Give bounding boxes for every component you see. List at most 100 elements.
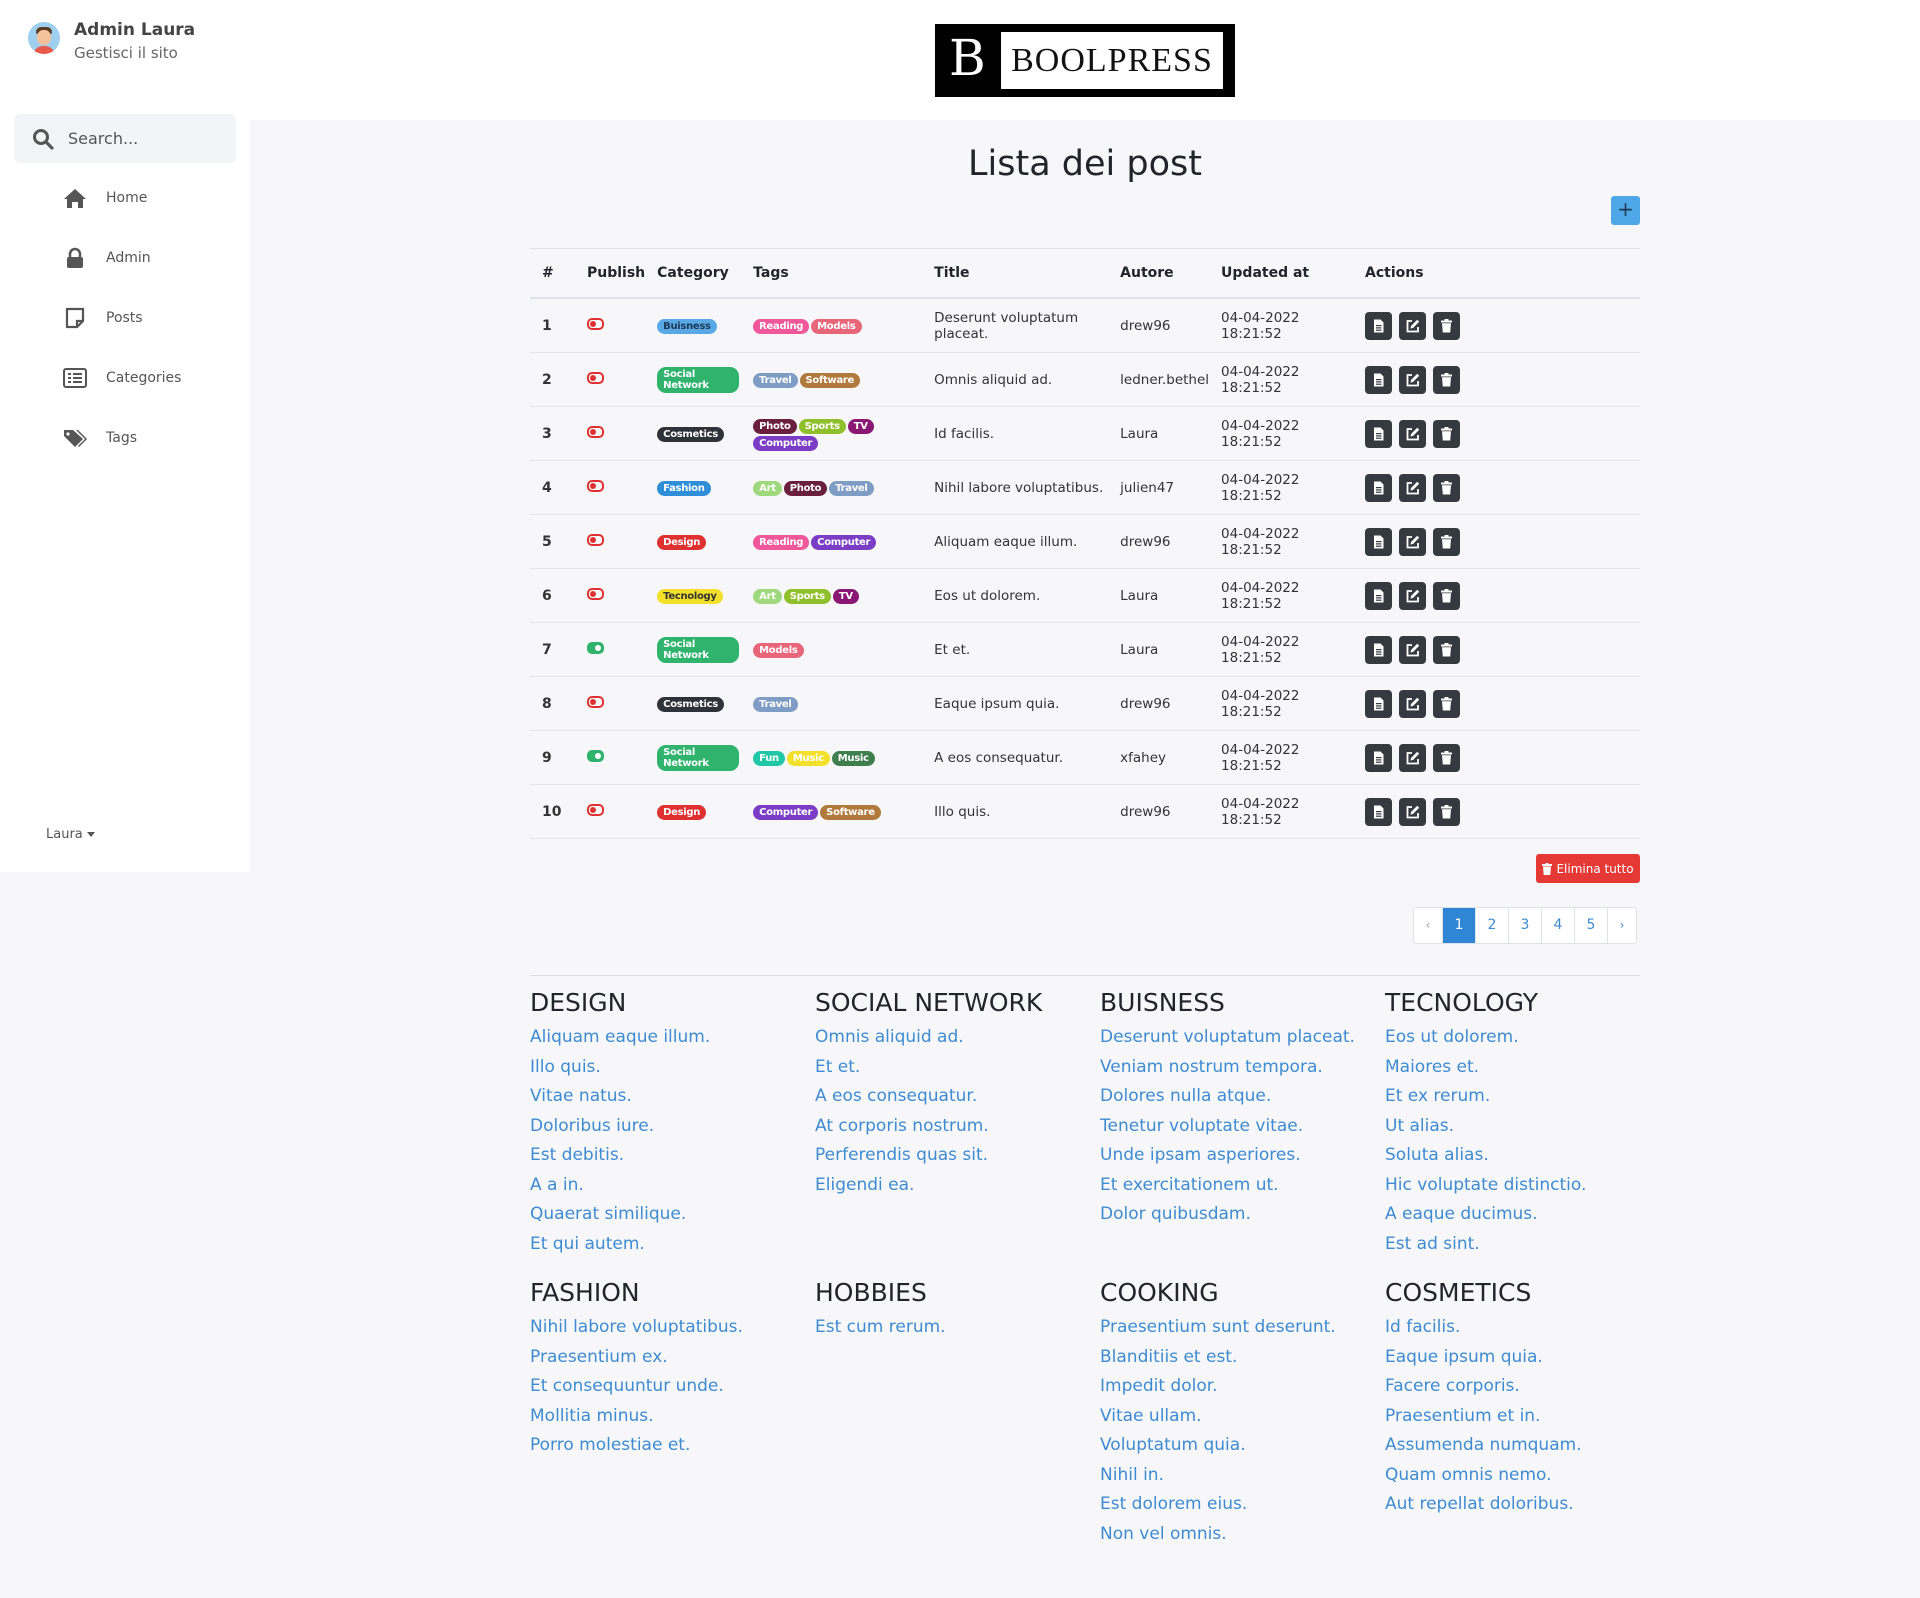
edit-button[interactable] (1399, 311, 1427, 340)
publish-toggle[interactable] (587, 695, 604, 708)
delete-button[interactable] (1433, 473, 1461, 502)
show-button[interactable] (1365, 527, 1393, 556)
edit-button[interactable] (1399, 635, 1427, 664)
category-post-link[interactable]: Est ad sint. (1385, 1230, 1665, 1260)
publish-toggle[interactable] (587, 803, 604, 816)
category-post-link[interactable]: Veniam nostrum tempora. (1100, 1053, 1380, 1083)
edit-button[interactable] (1399, 527, 1427, 556)
edit-button[interactable] (1399, 581, 1427, 610)
category-post-link[interactable]: Eligendi ea. (815, 1171, 1095, 1201)
category-post-link[interactable]: Omnis aliquid ad. (815, 1023, 1095, 1053)
category-post-link[interactable]: Deserunt voluptatum placeat. (1100, 1023, 1380, 1053)
sidebar-item-categories[interactable]: Categories (62, 367, 181, 389)
publish-toggle[interactable] (587, 425, 604, 438)
category-post-link[interactable]: Vitae natus. (530, 1082, 810, 1112)
publish-toggle[interactable] (587, 479, 604, 492)
category-post-link[interactable]: Eaque ipsum quia. (1385, 1343, 1665, 1373)
show-button[interactable] (1365, 419, 1393, 448)
user-dropdown[interactable]: Laura (46, 827, 95, 842)
delete-button[interactable] (1433, 419, 1461, 448)
delete-button[interactable] (1433, 635, 1461, 664)
show-button[interactable] (1365, 365, 1393, 394)
category-post-link[interactable]: Ut alias. (1385, 1112, 1665, 1142)
category-post-link[interactable]: Aut repellat doloribus. (1385, 1490, 1665, 1520)
publish-toggle[interactable] (587, 641, 604, 654)
category-post-link[interactable]: Tenetur voluptate vitae. (1100, 1112, 1380, 1142)
category-post-link[interactable]: Soluta alias. (1385, 1141, 1665, 1171)
sidebar-item-home[interactable]: Home (62, 187, 147, 209)
category-post-link[interactable]: Et consequuntur unde. (530, 1372, 810, 1402)
show-button[interactable] (1365, 743, 1393, 772)
category-post-link[interactable]: Facere corporis. (1385, 1372, 1665, 1402)
category-post-link[interactable]: Et et. (815, 1053, 1095, 1083)
delete-button[interactable] (1433, 365, 1461, 394)
category-post-link[interactable]: Mollitia minus. (530, 1402, 810, 1432)
pagination-prev[interactable]: ‹ (1414, 908, 1442, 943)
pagination-page-3[interactable]: 3 (1508, 908, 1541, 943)
category-post-link[interactable]: Vitae ullam. (1100, 1402, 1380, 1432)
category-post-link[interactable]: Id facilis. (1385, 1313, 1665, 1343)
sidebar-item-posts[interactable]: Posts (62, 307, 143, 329)
edit-button[interactable] (1399, 797, 1427, 826)
category-post-link[interactable]: Maiores et. (1385, 1053, 1665, 1083)
sidebar-item-admin[interactable]: Admin (62, 247, 151, 269)
category-post-link[interactable]: Hic voluptate distinctio. (1385, 1171, 1665, 1201)
category-post-link[interactable]: Voluptatum quia. (1100, 1431, 1380, 1461)
category-post-link[interactable]: A eos consequatur. (815, 1082, 1095, 1112)
category-post-link[interactable]: Quam omnis nemo. (1385, 1461, 1665, 1491)
category-post-link[interactable]: Dolor quibusdam. (1100, 1200, 1380, 1230)
category-post-link[interactable]: Nihil in. (1100, 1461, 1380, 1491)
category-post-link[interactable]: Illo quis. (530, 1053, 810, 1083)
publish-toggle[interactable] (587, 533, 604, 546)
category-post-link[interactable]: Quaerat similique. (530, 1200, 810, 1230)
pagination-page-2[interactable]: 2 (1475, 908, 1508, 943)
category-post-link[interactable]: Et ex rerum. (1385, 1082, 1665, 1112)
category-post-link[interactable]: A eaque ducimus. (1385, 1200, 1665, 1230)
edit-button[interactable] (1399, 473, 1427, 502)
category-post-link[interactable]: Perferendis quas sit. (815, 1141, 1095, 1171)
category-post-link[interactable]: Est dolorem eius. (1100, 1490, 1380, 1520)
delete-button[interactable] (1433, 311, 1461, 340)
show-button[interactable] (1365, 635, 1393, 664)
show-button[interactable] (1365, 311, 1393, 340)
category-post-link[interactable]: A a in. (530, 1171, 810, 1201)
show-button[interactable] (1365, 473, 1393, 502)
edit-button[interactable] (1399, 743, 1427, 772)
pagination-page-1[interactable]: 1 (1442, 908, 1475, 943)
delete-button[interactable] (1433, 581, 1461, 610)
publish-toggle[interactable] (587, 587, 604, 600)
add-post-button[interactable]: + (1611, 196, 1640, 225)
category-post-link[interactable]: Doloribus iure. (530, 1112, 810, 1142)
show-button[interactable] (1365, 689, 1393, 718)
brand-logo[interactable]: B BOOLPRESS (935, 24, 1235, 97)
category-post-link[interactable]: Impedit dolor. (1100, 1372, 1380, 1402)
publish-toggle[interactable] (587, 317, 604, 330)
edit-button[interactable] (1399, 365, 1427, 394)
category-post-link[interactable]: At corporis nostrum. (815, 1112, 1095, 1142)
search-input[interactable]: Search... (14, 114, 236, 163)
edit-button[interactable] (1399, 689, 1427, 718)
sidebar-item-tags[interactable]: Tags (62, 427, 137, 449)
delete-button[interactable] (1433, 743, 1461, 772)
category-post-link[interactable]: Aliquam eaque illum. (530, 1023, 810, 1053)
category-post-link[interactable]: Dolores nulla atque. (1100, 1082, 1380, 1112)
category-post-link[interactable]: Et qui autem. (530, 1230, 810, 1260)
pagination-next[interactable]: › (1607, 908, 1636, 943)
category-post-link[interactable]: Porro molestiae et. (530, 1431, 810, 1461)
publish-toggle[interactable] (587, 749, 604, 762)
pagination-page-5[interactable]: 5 (1574, 908, 1607, 943)
category-post-link[interactable]: Nihil labore voluptatibus. (530, 1313, 810, 1343)
pagination-page-4[interactable]: 4 (1541, 908, 1574, 943)
show-button[interactable] (1365, 581, 1393, 610)
edit-button[interactable] (1399, 419, 1427, 448)
delete-button[interactable] (1433, 689, 1461, 718)
delete-all-button[interactable]: Elimina tutto (1536, 854, 1640, 883)
category-post-link[interactable]: Est cum rerum. (815, 1313, 1095, 1343)
category-post-link[interactable]: Assumenda numquam. (1385, 1431, 1665, 1461)
category-post-link[interactable]: Praesentium sunt deserunt. (1100, 1313, 1380, 1343)
category-post-link[interactable]: Et exercitationem ut. (1100, 1171, 1380, 1201)
category-post-link[interactable]: Praesentium ex. (530, 1343, 810, 1373)
category-post-link[interactable]: Eos ut dolorem. (1385, 1023, 1665, 1053)
category-post-link[interactable]: Praesentium et in. (1385, 1402, 1665, 1432)
delete-button[interactable] (1433, 797, 1461, 826)
